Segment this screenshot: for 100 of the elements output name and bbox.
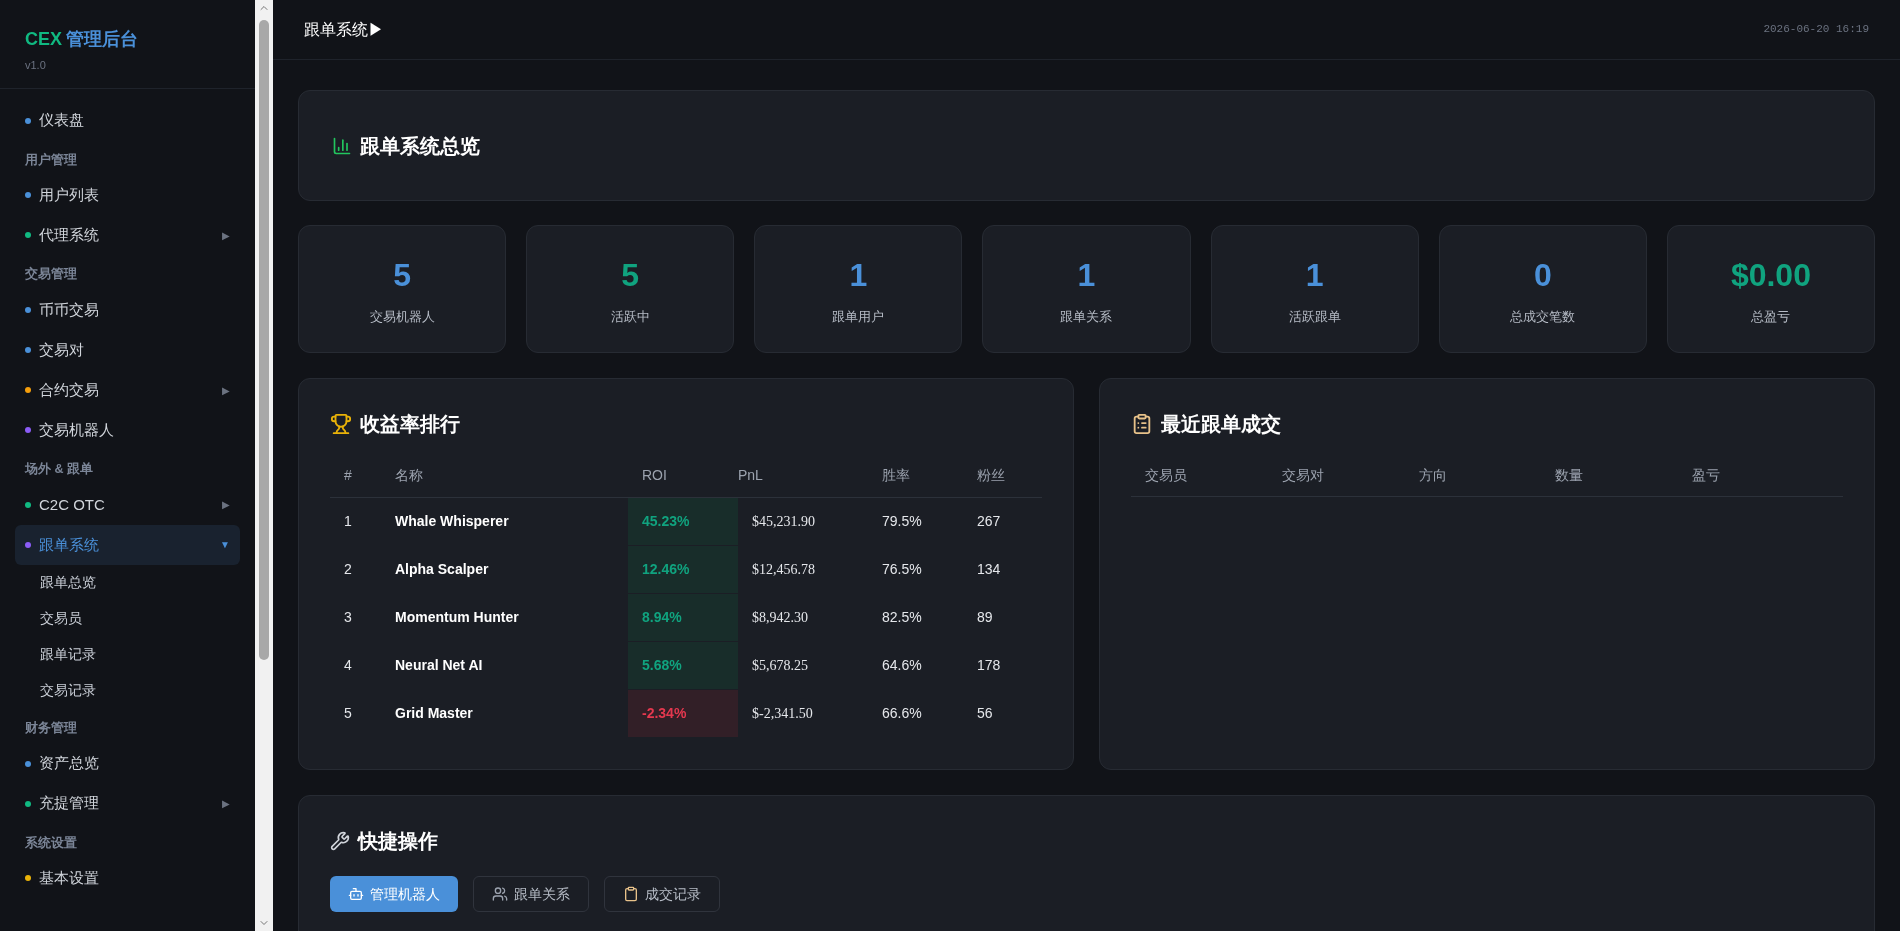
clipboard-icon bbox=[1131, 413, 1153, 435]
stat-label: 总成交笔数 bbox=[1510, 308, 1576, 327]
table-cell: $8,942.30 bbox=[738, 593, 882, 641]
action-button[interactable]: 跟单关系 bbox=[473, 876, 589, 912]
table-cell: 3 bbox=[330, 593, 395, 641]
sidebar-item[interactable]: 代理系统 ▶ bbox=[15, 215, 240, 256]
stat-label: 活跃跟单 bbox=[1288, 308, 1341, 327]
stat-value: 1 bbox=[1305, 256, 1324, 296]
sidebar-item[interactable]: 基本设置 bbox=[15, 858, 240, 899]
action-button[interactable]: 成交记录 bbox=[604, 876, 720, 912]
stat-label: 跟单用户 bbox=[832, 308, 885, 327]
section-title: 跟单系统总览 bbox=[360, 133, 480, 159]
stat-value: 1 bbox=[1077, 256, 1096, 296]
table-cell: $-2,341.50 bbox=[738, 689, 882, 737]
stat-value: $0.00 bbox=[1730, 256, 1811, 296]
submenu-item[interactable]: 跟单记录 bbox=[15, 636, 240, 673]
robot-icon bbox=[348, 886, 364, 902]
column-header: PnL bbox=[738, 455, 882, 497]
sidebar-item[interactable]: 交易机器人 bbox=[15, 410, 240, 450]
section-heading: 场外 & 跟单 bbox=[23, 461, 94, 478]
table-cell-text: 89 bbox=[977, 607, 994, 627]
column-header: 数量 bbox=[1555, 466, 1585, 485]
table-cell-text: 56 bbox=[977, 703, 994, 723]
column-header: 交易员 bbox=[1145, 466, 1188, 485]
section-heading: 系统设置 bbox=[24, 834, 78, 852]
table-cell-text: 64.6% bbox=[882, 655, 923, 675]
roi-cell: 8.94% bbox=[628, 593, 738, 641]
version-label: v1.0 bbox=[25, 58, 47, 73]
column-header: 盈亏 bbox=[1692, 466, 1722, 485]
trophy-icon bbox=[330, 413, 352, 435]
table-cell: Alpha Scalper bbox=[395, 545, 628, 593]
app-title: 管理后台 bbox=[66, 28, 138, 51]
sidebar-item[interactable]: 充提管理 ▶ bbox=[15, 783, 240, 824]
table-cell: 2 bbox=[330, 545, 395, 593]
stat-value: 1 bbox=[849, 256, 868, 296]
bar-chart-icon bbox=[332, 135, 352, 156]
table-cell: Grid Master bbox=[395, 689, 628, 737]
sidebar-item[interactable]: C2C OTC ▶ bbox=[15, 484, 240, 525]
caret-icon: ▶ bbox=[222, 382, 230, 398]
scrollbar-thumb[interactable] bbox=[259, 20, 269, 660]
stat-value: 0 bbox=[1533, 256, 1552, 296]
table-cell: 82.5% bbox=[882, 593, 977, 641]
section-title: 最近跟单成交 bbox=[1161, 412, 1281, 437]
table-cell: Whale Whisperer bbox=[395, 497, 628, 545]
table-cell: Momentum Hunter bbox=[395, 593, 628, 641]
column-header: 粉丝 bbox=[977, 455, 1042, 497]
sidebar-item[interactable]: 币币交易 bbox=[15, 290, 240, 330]
caret-icon: ▶ bbox=[222, 497, 230, 513]
table-cell: $45,231.90 bbox=[738, 497, 882, 545]
wrench-icon bbox=[330, 831, 350, 851]
table-cell-text: 178 bbox=[977, 655, 1002, 675]
column-header: 方向 bbox=[1418, 466, 1448, 485]
column-header: ROI bbox=[628, 455, 738, 497]
stat-label: 交易机器人 bbox=[369, 308, 435, 327]
section-title: 快捷操作 bbox=[358, 829, 438, 854]
submenu-item[interactable]: 交易记录 bbox=[15, 672, 240, 709]
caret-icon: ▶ bbox=[222, 796, 230, 811]
table-cell: $5,678.25 bbox=[738, 641, 882, 689]
stat-value: 5 bbox=[393, 256, 411, 296]
table-cell: 79.5% bbox=[882, 497, 977, 545]
sidebar-item[interactable]: 用户列表 bbox=[15, 175, 240, 216]
sidebar-item[interactable]: 交易对 bbox=[15, 330, 240, 370]
table-cell: $12,456.78 bbox=[738, 545, 882, 593]
sidebar-item[interactable]: 跟单系统 ▼ bbox=[15, 524, 240, 565]
stat-label: 总盈亏 bbox=[1751, 308, 1791, 327]
section-heading: 用户管理 bbox=[24, 151, 78, 169]
caret-icon: ▼ bbox=[220, 537, 230, 553]
section-heading: 交易管理 bbox=[24, 265, 78, 284]
stat-label: 跟单关系 bbox=[1060, 308, 1113, 327]
users-icon bbox=[492, 886, 508, 902]
column-header: # bbox=[330, 455, 395, 497]
submenu-item[interactable]: 交易员 bbox=[15, 600, 240, 637]
roi-cell: 45.23% bbox=[628, 497, 738, 545]
section-heading: 财务管理 bbox=[24, 719, 78, 737]
table-cell-text: 134 bbox=[977, 559, 1002, 579]
clipboard-icon bbox=[623, 886, 639, 902]
timestamp: 2026-06-20 16:19 bbox=[1763, 22, 1869, 38]
sidebar-item[interactable]: 资产总览 bbox=[15, 743, 240, 784]
submenu-item[interactable]: 跟单总览 bbox=[15, 564, 240, 601]
table-cell: 4 bbox=[330, 641, 395, 689]
column-header: 胜率 bbox=[882, 455, 977, 497]
stat-value: 5 bbox=[621, 256, 640, 296]
table-cell: Neural Net AI bbox=[395, 641, 628, 689]
roi-cell: -2.34% bbox=[628, 689, 738, 737]
table-cell: 1 bbox=[330, 497, 395, 545]
table-cell: 5 bbox=[330, 689, 395, 737]
scrollbar[interactable] bbox=[255, 0, 273, 931]
table-cell: 267 bbox=[977, 497, 1042, 545]
caret-icon: ▶ bbox=[222, 227, 230, 243]
roi-cell: 5.68% bbox=[628, 641, 738, 689]
column-header: 交易对 bbox=[1281, 466, 1325, 485]
page-title: 跟单系统▶ bbox=[304, 19, 384, 40]
table-cell: 66.6% bbox=[882, 689, 977, 737]
stat-label: 活跃中 bbox=[610, 308, 650, 327]
sidebar-item[interactable]: 仪表盘 bbox=[15, 100, 240, 141]
roi-cell: 12.46% bbox=[628, 545, 738, 593]
column-header: 名称 bbox=[395, 455, 628, 497]
table-cell-text: 76.5% bbox=[882, 559, 923, 579]
sidebar-item[interactable]: 合约交易 ▶ bbox=[15, 370, 240, 410]
section-title: 收益率排行 bbox=[360, 412, 460, 437]
